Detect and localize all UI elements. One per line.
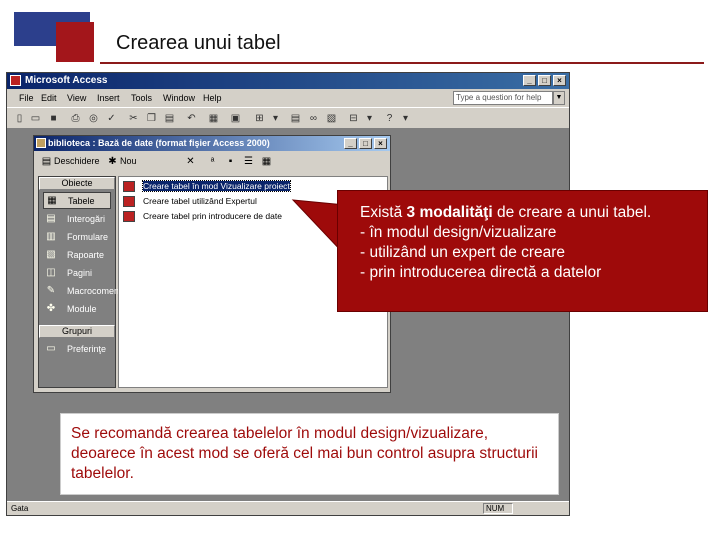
callout-item: - utilizând un expert de creare [360, 244, 566, 261]
callout-item: - în modul design/vizualizare [360, 224, 557, 241]
callout-main: Există 3 modalităţi de creare a unui tab… [337, 190, 708, 312]
callout-recommendation: Se recomandă crearea tabelelor în modul … [60, 413, 559, 495]
callout-highlight: 3 modalităţi [406, 204, 493, 221]
callout-intro: Există 3 modalităţi de creare a unui tab… [360, 204, 652, 221]
callout-item: - prin introducerea directă a datelor [360, 264, 602, 281]
